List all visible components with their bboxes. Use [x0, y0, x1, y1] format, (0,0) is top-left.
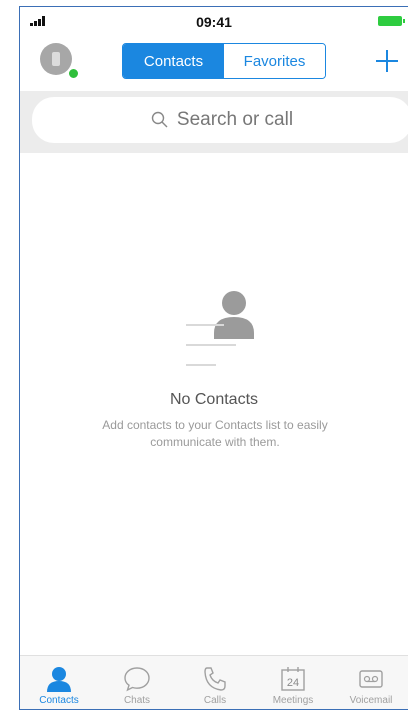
user-avatar[interactable]: [40, 43, 72, 75]
avatar-placeholder-icon: [52, 52, 60, 66]
tab-meetings[interactable]: 24 Meetings: [254, 656, 332, 709]
voicemail-icon: [359, 670, 383, 688]
search-icon: [151, 111, 168, 128]
bottom-tab-bar: Contacts Chats Calls 24 Meetings Voicema…: [20, 655, 408, 709]
calendar-day: 24: [287, 677, 299, 689]
battery-icon: [378, 16, 405, 26]
search-placeholder: Search or call: [176, 109, 294, 130]
calendar-icon: 24: [281, 667, 305, 691]
tab-calls-label: Calls: [203, 695, 227, 706]
empty-state-description: Add contacts to your Contacts list to ea…: [102, 418, 328, 449]
tab-contacts-segment[interactable]: Contacts: [123, 44, 224, 78]
tab-contacts-label: Contacts: [39, 695, 79, 706]
tab-favorites-segment[interactable]: Favorites: [224, 44, 325, 78]
tab-meetings-label: Meetings: [272, 695, 314, 706]
phone-icon: [204, 667, 226, 691]
plus-icon[interactable]: [376, 50, 398, 72]
empty-state-title: No Contacts: [169, 391, 259, 408]
tab-contacts[interactable]: Contacts: [20, 656, 98, 709]
search-area: Search or call: [20, 91, 408, 153]
search-input[interactable]: Search or call: [32, 97, 408, 143]
no-contacts-icon: [186, 291, 254, 366]
tab-calls[interactable]: Calls: [176, 656, 254, 709]
contacts-icon: [47, 667, 71, 692]
presence-indicator: [68, 68, 79, 79]
tab-voicemail-label: Voicemail: [349, 695, 393, 706]
tab-chats-label: Chats: [123, 695, 151, 706]
chat-icon: [124, 667, 150, 692]
contacts-favorites-toggle: Contacts Favorites: [122, 43, 326, 79]
status-bar: 09:41: [20, 7, 408, 35]
phone-screen: 09:41 Contacts Favorites Search or call …: [19, 6, 408, 710]
status-time: 09:41: [196, 14, 232, 30]
tab-voicemail[interactable]: Voicemail: [332, 656, 408, 709]
tab-chats[interactable]: Chats: [98, 656, 176, 709]
